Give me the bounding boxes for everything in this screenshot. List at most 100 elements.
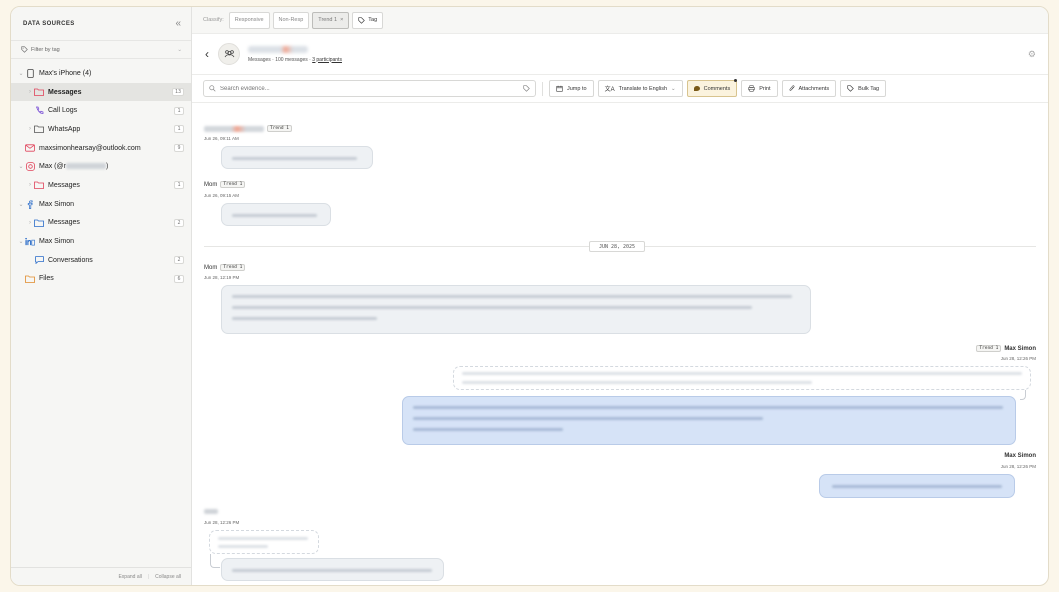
mail-icon [25, 144, 35, 153]
attachments-button[interactable]: Attachments [781, 80, 837, 97]
tag-icon[interactable] [523, 85, 530, 92]
redacted-sender [204, 509, 218, 514]
bulk-tag-button[interactable]: Bulk Tag [840, 80, 887, 97]
button-label: Jump to [567, 85, 587, 92]
tree-item-conversations[interactable]: Conversations 2 [11, 251, 191, 270]
sender-name: Mom [204, 181, 218, 188]
message-bubble[interactable] [221, 558, 444, 581]
chevron-down-icon[interactable]: ⌄ [17, 201, 25, 208]
sidebar: DATA SOURCES « Filter by tag ⌄ ⌄ Max's i… [11, 7, 192, 585]
message-time: Jun 28, 12:19 PM [204, 275, 240, 280]
calendar-icon [556, 85, 563, 92]
tree-item-label: Max Simon [39, 238, 75, 246]
tree-item-label: Call Logs [48, 107, 78, 115]
tree-item-label: Max Simon [39, 200, 75, 208]
message-bubble[interactable] [221, 203, 331, 226]
trend-tag[interactable]: Trend 1 [220, 181, 246, 188]
message-bubble[interactable] [819, 474, 1015, 498]
tree-item-linkedin[interactable]: ⌄ Max Simon [11, 232, 191, 251]
message-sender: Trend 1 [204, 125, 292, 132]
remove-tag-icon[interactable]: × [340, 17, 343, 23]
button-label: Attachments [798, 85, 830, 92]
tree-item-call-logs[interactable]: Call Logs 1 [11, 101, 191, 120]
count-badge: 1 [174, 106, 184, 115]
expand-all-button[interactable]: Expand all [118, 574, 141, 580]
tag-icon [21, 46, 28, 53]
trend-tag[interactable]: Trend 1 [267, 125, 292, 132]
search-box[interactable] [203, 80, 536, 97]
chat-icon [34, 256, 44, 265]
non-resp-chip[interactable]: Non-Resp [272, 11, 310, 29]
translate-icon: 文A [604, 87, 615, 93]
button-label: Bulk Tag [858, 85, 880, 92]
chevron-right-icon[interactable]: › [26, 182, 34, 188]
toolbar: Jump to 文A Translate to English ⌄ Commen… [192, 75, 1048, 103]
chevron-right-icon[interactable]: › [26, 220, 34, 226]
translate-dropdown[interactable]: 文A Translate to English ⌄ [597, 80, 683, 97]
collapse-sidebar-icon[interactable]: « [175, 18, 181, 29]
folder-icon [34, 181, 44, 190]
tree-item-ig-messages[interactable]: › Messages 1 [11, 176, 191, 195]
chip-label: Responsive [234, 17, 264, 23]
quoted-message[interactable] [453, 366, 1031, 390]
classify-label: Classify: [203, 17, 224, 23]
tree-item-facebook[interactable]: ⌄ Max Simon [11, 195, 191, 214]
linkedin-icon [25, 237, 35, 246]
message-bubble[interactable] [402, 396, 1016, 445]
trend-tag[interactable]: Trend 1 [976, 345, 1002, 352]
tree-item-iphone[interactable]: ⌄ Max's iPhone (4) [11, 64, 191, 83]
quoted-message[interactable] [209, 530, 319, 554]
print-button[interactable]: Print [741, 80, 778, 97]
chevron-down-icon[interactable]: ⌄ [17, 163, 25, 170]
search-input[interactable] [220, 85, 519, 92]
back-arrow-icon[interactable]: ‹ [205, 47, 209, 61]
tag-icon [847, 85, 854, 92]
message-bubble[interactable] [221, 285, 811, 334]
tree-item-instagram[interactable]: ⌄ Max (@r) [11, 157, 191, 176]
tree-item-email[interactable]: maxsimonhearsay@outlook.com 9 [11, 139, 191, 158]
tree-item-whatsapp[interactable]: › WhatsApp 1 [11, 120, 191, 139]
count-badge: 1 [174, 181, 184, 190]
chevron-right-icon[interactable]: › [26, 89, 34, 95]
tree-item-label: Conversations [48, 256, 93, 264]
message-bubble[interactable] [221, 146, 373, 169]
comments-button[interactable]: Comments [686, 79, 738, 97]
folder-icon [34, 125, 44, 134]
trend-tag[interactable]: Trend 1 [220, 264, 246, 271]
jump-to-button[interactable]: Jump to [549, 80, 594, 97]
tree-item-files[interactable]: Files 6 [11, 270, 191, 289]
tree-item-messages[interactable]: › Messages 13 [11, 82, 191, 102]
phone-icon [25, 68, 35, 78]
add-tag-button[interactable]: Tag [352, 11, 384, 29]
redacted-sender [204, 125, 264, 132]
chevron-down-icon[interactable]: ⌄ [17, 238, 25, 245]
responsive-chip[interactable]: Responsive [228, 11, 270, 29]
message-sender: Max Simon [1004, 453, 1036, 459]
main-panel: Classify: Responsive Non-Resp Trend 1 × T… [192, 7, 1048, 585]
trend-1-chip[interactable]: Trend 1 × [312, 11, 350, 29]
chevron-down-icon[interactable]: ⌄ [17, 70, 25, 77]
count-badge: 13 [171, 88, 184, 97]
message-time: Jun 28, 12:26 PM [1000, 464, 1036, 469]
participants-link[interactable]: 3 participants [312, 57, 342, 63]
chevron-right-icon[interactable]: › [26, 126, 34, 132]
search-icon [209, 85, 216, 92]
phone-call-icon [34, 106, 44, 115]
settings-gear-icon[interactable]: ⚙ [1028, 49, 1036, 60]
count-badge: 1 [174, 125, 184, 134]
count-badge: 2 [174, 256, 184, 265]
message-sender: Trend 1 Max Simon [976, 345, 1036, 352]
chip-label: Tag [368, 17, 378, 23]
button-label: Print [759, 85, 771, 92]
message-time: Jun 26, 09:15 AM [204, 193, 240, 198]
redacted-conversation-name [248, 45, 308, 53]
sidebar-footer: Expand all | Collapse all [11, 567, 191, 585]
redacted-handle [65, 163, 106, 170]
instagram-handle-suffix: ) [105, 163, 109, 171]
message-list: Trend 1 Jun 26, 09:11 AM Mom Trend 1 Jun… [192, 124, 1048, 585]
classify-bar: Classify: Responsive Non-Resp Trend 1 × T… [192, 7, 1048, 34]
filter-by-tag-dropdown[interactable]: Filter by tag ⌄ [11, 41, 191, 59]
tree-item-fb-messages[interactable]: › Messages 2 [11, 214, 191, 233]
chevron-down-icon: ⌄ [671, 85, 676, 92]
collapse-all-button[interactable]: Collapse all [155, 574, 181, 580]
